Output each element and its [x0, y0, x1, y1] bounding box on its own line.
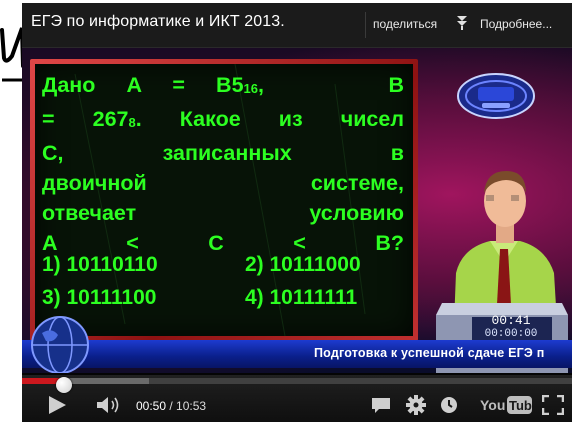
volume-icon[interactable]	[96, 396, 122, 414]
answer-option-3: 3) 10111100	[42, 286, 157, 309]
duration: 10:53	[176, 399, 207, 413]
more-info-button[interactable]: Подробнее...	[480, 17, 552, 31]
news-ticker: Подготовка к успешной сдаче ЕГЭ п	[22, 340, 572, 368]
problem-line-3: С, записанных в	[42, 141, 404, 165]
time-display: 00:50 / 10:53	[136, 399, 206, 413]
video-frame[interactable]: Дано A = B516, B = 2678. Какое из чисел …	[22, 48, 572, 373]
ticker-text: Подготовка к успешной сдаче ЕГЭ п	[314, 346, 545, 360]
problem-line-2: = 2678. Какое из чисел	[42, 107, 404, 131]
answer-option-4: 4) 10111111	[245, 286, 358, 309]
title-bar: ЕГЭ по информатике и ИКТ 2013. поделитьс…	[22, 3, 572, 48]
globe-emblem	[31, 316, 89, 373]
video-title[interactable]: ЕГЭ по информатике и ИКТ 2013.	[31, 13, 285, 31]
youtube-logo[interactable]: You Tube	[480, 393, 532, 417]
answer-option-1: 1) 10110110	[42, 253, 158, 276]
fullscreen-icon[interactable]	[542, 395, 564, 415]
time-separator: /	[166, 399, 177, 413]
captions-icon[interactable]	[371, 397, 391, 414]
timer-elapsed: 00:41	[491, 313, 531, 328]
problem-line-4: двоичной системе,	[42, 171, 404, 195]
share-button[interactable]: поделиться	[373, 17, 437, 31]
arrows-down-icon[interactable]	[457, 16, 467, 30]
problem-line-5: отвечает условию	[42, 201, 404, 225]
channel-logo	[457, 73, 535, 119]
problem-text: Дано A = B516, B = 2678. Какое из чисел …	[42, 70, 404, 258]
svg-text:Tube: Tube	[509, 398, 532, 413]
progress-scrubber[interactable]	[56, 377, 73, 393]
answer-option-2: 2) 10111000	[245, 253, 361, 276]
gear-icon[interactable]	[406, 395, 426, 415]
video-player[interactable]: ЕГЭ по информатике и ИКТ 2013. поделитьс…	[22, 3, 572, 422]
timer-total: 00:00:00	[484, 328, 538, 340]
player-controls: 00:50 / 10:53 You Tube	[22, 375, 572, 422]
progress-bar[interactable]	[22, 377, 572, 393]
current-time: 00:50	[136, 399, 167, 413]
title-divider	[365, 12, 366, 38]
clock-icon[interactable]	[440, 396, 458, 414]
problem-line-1: Дано A = B516, B	[42, 73, 404, 97]
play-icon[interactable]	[46, 395, 68, 415]
svg-text:You: You	[480, 397, 505, 413]
